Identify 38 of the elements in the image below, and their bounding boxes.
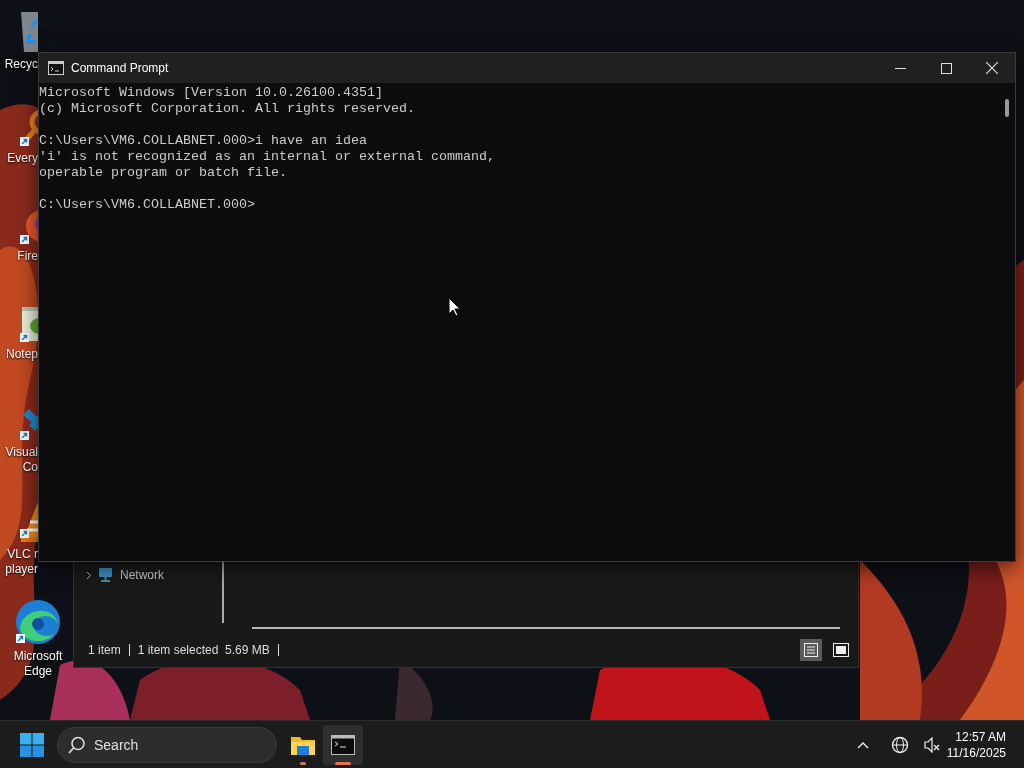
search-field[interactable]: Search [57, 726, 277, 763]
clock-time[interactable]: 12:57 AM [955, 728, 1006, 745]
icon-label: Notep [4, 347, 38, 362]
icon-label: VLC r player [4, 547, 38, 577]
taskbar-app-button[interactable] [323, 724, 363, 765]
console-line: operable program or batch file. [39, 165, 288, 181]
icon-label: Fire [16, 249, 38, 264]
clock-date[interactable]: 11/16/2025 [946, 744, 1006, 761]
cursor-icon [448, 297, 461, 317]
terminal-icon [331, 734, 355, 755]
icon-label: Every [6, 151, 38, 166]
console-line: (c) Microsoft Corporation. All rights reserved. [39, 101, 416, 117]
console-line: C:\Users\VM6.COLLABNET.000> [39, 197, 256, 213]
globe-icon[interactable] [890, 735, 909, 754]
network-tree-item[interactable]: Network [86, 567, 164, 583]
console-line: Microsoft Windows [Version 10.0.26100.4351] [39, 85, 384, 101]
status-text: 1 item selected 5.69 MB [137, 643, 270, 657]
window-title: Command Prompt [71, 61, 170, 75]
wave-browser-icon[interactable] [14, 598, 62, 646]
notepad-icon[interactable] [18, 304, 38, 344]
terminal-icon [48, 61, 64, 75]
scrollbar-thumb[interactable] [1005, 99, 1009, 117]
console-line: C:\Users\VM6.COLLABNET.000>i have an idea [39, 133, 368, 149]
scrollbar-thumb[interactable] [252, 627, 840, 629]
speaker-muted-icon[interactable] [922, 736, 941, 753]
details-view-button[interactable] [800, 639, 822, 661]
minimize-icon [894, 67, 906, 69]
icon-label: Microsoft Edge [13, 649, 63, 679]
icon-label: Visual Co [4, 445, 38, 475]
close-icon [986, 62, 998, 74]
console-line: 'i' is not recognized as an internal or external command, [39, 149, 496, 165]
network-icon [98, 567, 114, 583]
maximize-icon [940, 62, 952, 74]
chevron-up-icon[interactable] [856, 740, 869, 749]
search-icon [68, 735, 86, 754]
icon-label: Recyc [3, 57, 38, 72]
windows-logo-icon[interactable] [20, 732, 44, 757]
status-text: 1 item [88, 643, 121, 657]
